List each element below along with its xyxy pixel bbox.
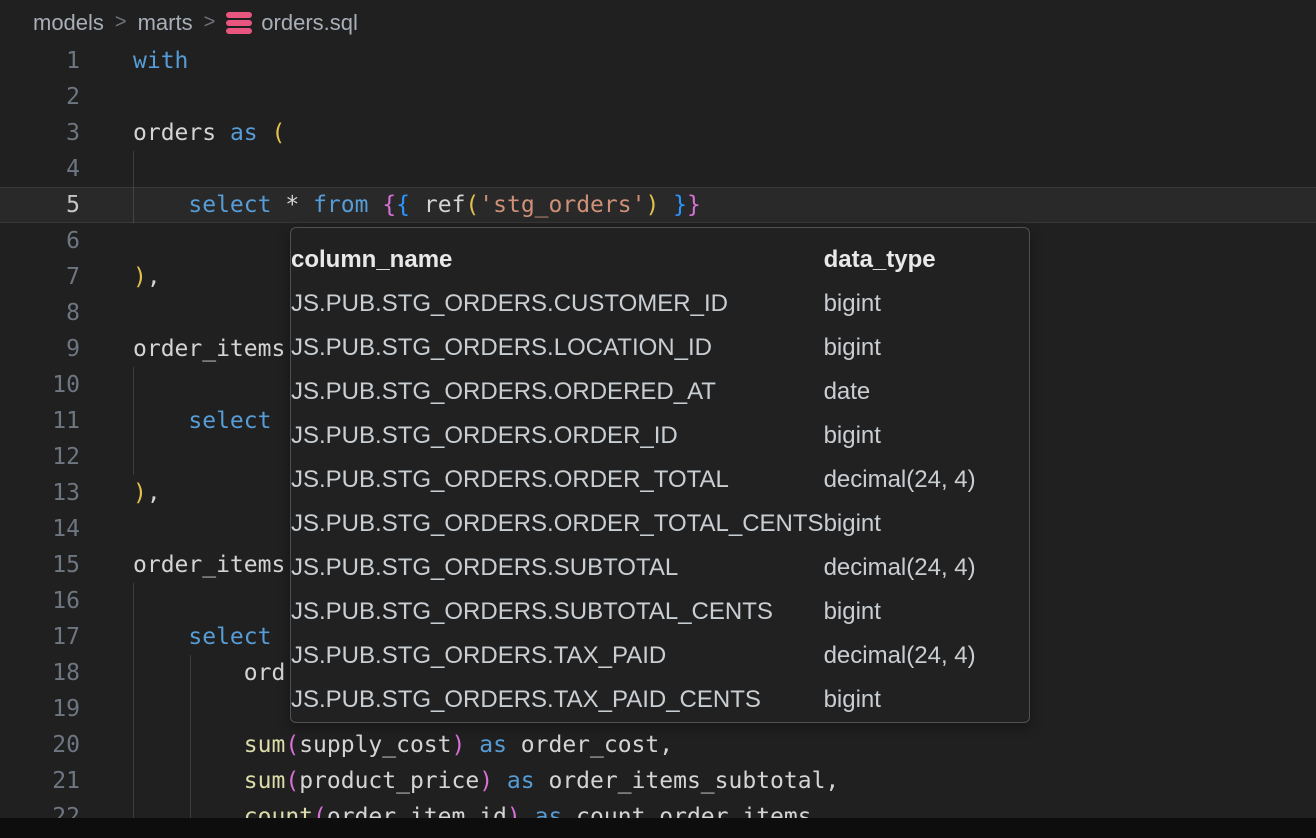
column-name-cell: JS.PUB.STG_ORDERS.SUBTOTAL	[291, 546, 824, 590]
code-line-text: order_items	[133, 547, 285, 583]
code-line-2[interactable]: 2	[0, 79, 1316, 115]
chevron-right-icon: >	[204, 11, 216, 34]
column-name-cell: JS.PUB.STG_ORDERS.ORDER_TOTAL	[291, 458, 824, 502]
column-info-row: JS.PUB.STG_ORDERS.SUBTOTALdecimal(24, 4)	[291, 546, 1029, 590]
line-number: 6	[0, 223, 80, 259]
line-number: 2	[0, 79, 80, 115]
code-line-21[interactable]: 21 sum(product_price) as order_items_sub…	[0, 763, 1316, 799]
line-number: 19	[0, 691, 80, 727]
breadcrumb-item-marts[interactable]: marts	[138, 10, 193, 36]
code-line-text: with	[133, 43, 188, 79]
breadcrumb-item-file[interactable]: orders.sql	[226, 10, 358, 36]
data-type-cell: decimal(24, 4)	[824, 458, 1029, 502]
column-name-cell: JS.PUB.STG_ORDERS.LOCATION_ID	[291, 326, 824, 370]
code-line-text: sum(supply_cost) as order_cost,	[133, 727, 673, 763]
line-number: 17	[0, 619, 80, 655]
column-name-cell: JS.PUB.STG_ORDERS.TAX_PAID	[291, 634, 824, 678]
code-line-text: ),	[133, 259, 161, 295]
code-line-text: ord	[133, 655, 285, 691]
line-number: 11	[0, 403, 80, 439]
code-line-text: select	[133, 403, 271, 439]
breadcrumb-item-models[interactable]: models	[33, 10, 104, 36]
column-name-cell: JS.PUB.STG_ORDERS.SUBTOTAL_CENTS	[291, 590, 824, 634]
code-line-3[interactable]: 3 orders as (	[0, 115, 1316, 151]
column-info-row: JS.PUB.STG_ORDERS.SUBTOTAL_CENTSbigint	[291, 590, 1029, 634]
line-number: 12	[0, 439, 80, 475]
line-number: 16	[0, 583, 80, 619]
data-type-cell: decimal(24, 4)	[824, 634, 1029, 678]
column-info-row: JS.PUB.STG_ORDERS.TAX_PAID_CENTSbigint	[291, 678, 1029, 722]
column-name-cell: JS.PUB.STG_ORDERS.ORDERED_AT	[291, 370, 824, 414]
column-name-cell: JS.PUB.STG_ORDERS.ORDER_ID	[291, 414, 824, 458]
data-type-cell: bigint	[824, 282, 1029, 326]
column-info-header-row: column_name data_type	[291, 238, 1029, 282]
code-line-text: select	[133, 619, 271, 655]
column-info-row: JS.PUB.STG_ORDERS.LOCATION_IDbigint	[291, 326, 1029, 370]
code-line-text: select * from {{ ref('stg_orders') }}	[133, 187, 701, 223]
code-line-20[interactable]: 20 sum(supply_cost) as order_cost,	[0, 727, 1316, 763]
breadcrumb: models > marts > orders.sql	[0, 0, 1316, 45]
line-number: 8	[0, 295, 80, 331]
line-number: 15	[0, 547, 80, 583]
column-info-popup: column_name data_type JS.PUB.STG_ORDERS.…	[290, 227, 1030, 723]
code-line-text: order_items	[133, 331, 285, 367]
code-line-5[interactable]: 5 select * from {{ ref('stg_orders') }}	[0, 187, 1316, 223]
line-number: 9	[0, 331, 80, 367]
column-info-table: column_name data_type JS.PUB.STG_ORDERS.…	[291, 238, 1029, 722]
data-type-cell: bigint	[824, 590, 1029, 634]
data-type-cell: bigint	[824, 502, 1029, 546]
data-type-cell: bigint	[824, 414, 1029, 458]
column-info-row: JS.PUB.STG_ORDERS.ORDER_IDbigint	[291, 414, 1029, 458]
column-name-cell: JS.PUB.STG_ORDERS.ORDER_TOTAL_CENTS	[291, 502, 824, 546]
data-type-cell: bigint	[824, 678, 1029, 722]
code-line-1[interactable]: 1 with	[0, 43, 1316, 79]
data-type-cell: decimal(24, 4)	[824, 546, 1029, 590]
column-name-cell: JS.PUB.STG_ORDERS.TAX_PAID_CENTS	[291, 678, 824, 722]
line-number: 21	[0, 763, 80, 799]
line-number: 5	[0, 187, 80, 223]
column-info-row: JS.PUB.STG_ORDERS.ORDER_TOTAL_CENTSbigin…	[291, 502, 1029, 546]
line-number: 7	[0, 259, 80, 295]
line-number: 10	[0, 367, 80, 403]
code-line-text: ),	[133, 475, 161, 511]
chevron-right-icon: >	[115, 11, 127, 34]
code-line-text: sum(product_price) as order_items_subtot…	[133, 763, 839, 799]
column-info-row: JS.PUB.STG_ORDERS.TAX_PAIDdecimal(24, 4)	[291, 634, 1029, 678]
column-name-header: column_name	[291, 238, 824, 282]
column-info-row: JS.PUB.STG_ORDERS.CUSTOMER_IDbigint	[291, 282, 1029, 326]
line-number: 18	[0, 655, 80, 691]
line-number: 1	[0, 43, 80, 79]
line-number: 3	[0, 115, 80, 151]
data-type-header: data_type	[824, 238, 1029, 282]
line-number: 14	[0, 511, 80, 547]
data-type-cell: date	[824, 370, 1029, 414]
column-name-cell: JS.PUB.STG_ORDERS.CUSTOMER_ID	[291, 282, 824, 326]
column-info-row: JS.PUB.STG_ORDERS.ORDER_TOTALdecimal(24,…	[291, 458, 1029, 502]
data-type-cell: bigint	[824, 326, 1029, 370]
breadcrumb-file-name: orders.sql	[261, 10, 358, 36]
column-info-row: JS.PUB.STG_ORDERS.ORDERED_ATdate	[291, 370, 1029, 414]
line-number: 13	[0, 475, 80, 511]
editor-window: models > marts > orders.sql 1 with 23 order…	[0, 0, 1316, 838]
database-icon	[226, 11, 252, 35]
code-line-4[interactable]: 4	[0, 151, 1316, 187]
bottom-panel-edge	[0, 818, 1316, 838]
line-number: 4	[0, 151, 80, 187]
code-line-text: orders as (	[133, 115, 285, 151]
line-number: 20	[0, 727, 80, 763]
